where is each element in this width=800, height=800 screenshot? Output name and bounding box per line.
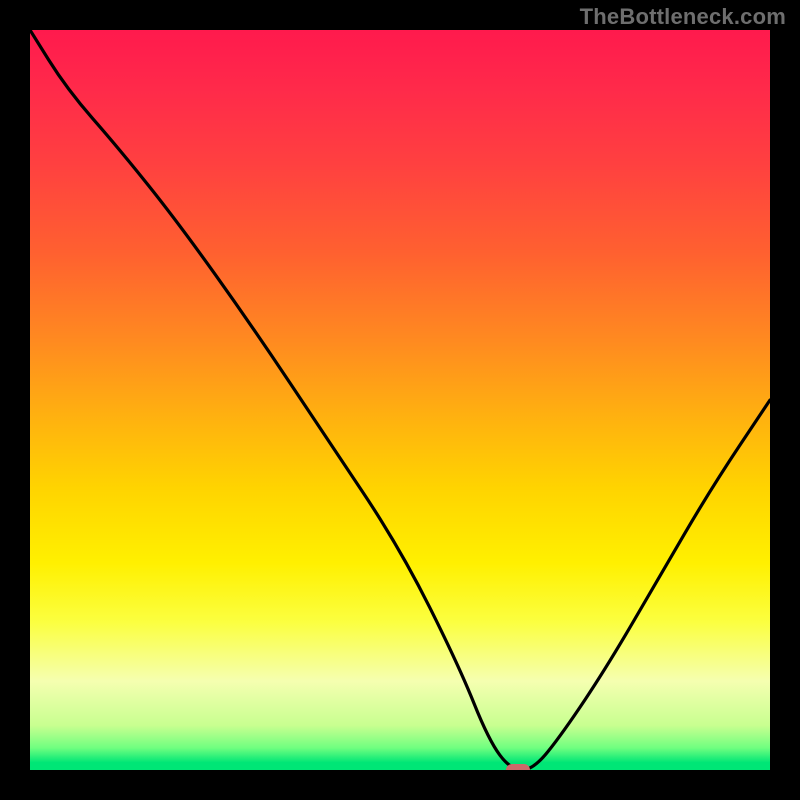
plot-area bbox=[30, 30, 770, 770]
curve-path bbox=[30, 30, 770, 770]
bottleneck-curve bbox=[30, 30, 770, 770]
chart-container: TheBottleneck.com bbox=[0, 0, 800, 800]
watermark-label: TheBottleneck.com bbox=[580, 4, 786, 30]
optimal-marker bbox=[506, 764, 530, 770]
